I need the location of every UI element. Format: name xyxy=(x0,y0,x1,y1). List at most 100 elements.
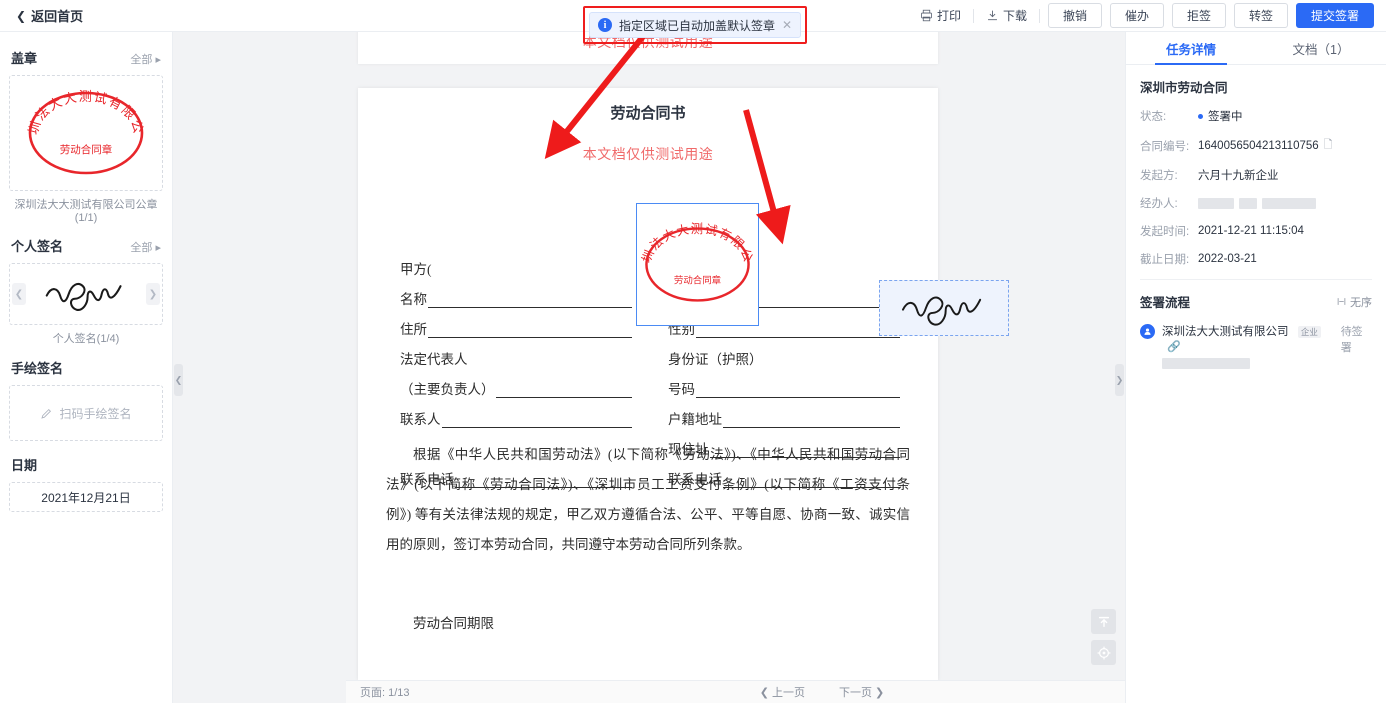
field-line xyxy=(723,414,900,428)
signer-name: 深圳法大大测试有限公司 xyxy=(1162,326,1289,338)
contract-number-value: 1640056504213110756 xyxy=(1198,139,1319,152)
signing-workspace: ❮ 返回首页 打印 下载 撤销 催办 拒签 转签 提交签署 i 指定区域已自动加… xyxy=(0,0,1386,703)
info-icon: i xyxy=(598,18,612,32)
target-icon xyxy=(1096,645,1111,660)
field-idnumber-b: 号码 xyxy=(668,368,900,398)
svg-text:劳动合同章: 劳动合同章 xyxy=(60,143,113,156)
seal-section-title: 盖章 xyxy=(11,51,38,66)
detail-key: 发起时间: xyxy=(1140,226,1190,238)
svg-text:深圳法大大测试有限公司: 深圳法大大测试有限公司 xyxy=(22,81,147,136)
field-line xyxy=(764,354,901,368)
prev-page-button[interactable]: ❮ 上一页 xyxy=(760,684,805,700)
field-line xyxy=(469,354,633,368)
tools-sidebar: 盖章 全部 ▸ 深圳法大大测试有限公司 劳动合同章 深圳法大大测试有限公司公章(… xyxy=(0,32,173,703)
next-page-button[interactable]: 下一页 ❯ xyxy=(839,684,884,700)
transfer-button[interactable]: 转签 xyxy=(1234,3,1288,28)
field-address-a: 住所 xyxy=(400,308,632,338)
signer-row[interactable]: 深圳法大大测试有限公司 企业 🔗 待签署 xyxy=(1140,323,1372,369)
detail-status: 状态: 签署中 xyxy=(1140,108,1372,124)
download-label: 下载 xyxy=(1002,9,1027,23)
panel-collapse-handle[interactable]: ❯ xyxy=(1115,364,1124,396)
company-seal-stamp: 深圳法大大测试有限公司 劳动合同章 xyxy=(630,193,754,302)
urge-button[interactable]: 催办 xyxy=(1110,3,1164,28)
panel-tabs: 任务详情 文档（1） xyxy=(1126,32,1386,65)
chevron-left-icon: ❮ xyxy=(174,374,183,385)
back-home-button[interactable]: ❮ 返回首页 xyxy=(16,6,83,25)
chevron-left-icon[interactable]: ❮ xyxy=(12,283,26,305)
viewer-float-buttons xyxy=(1091,609,1116,665)
date-section-title: 日期 xyxy=(11,458,38,473)
print-button[interactable]: 打印 xyxy=(908,7,973,24)
date-card[interactable]: 2021年12月21日 xyxy=(9,482,163,512)
handdrawn-section-title: 手绘签名 xyxy=(11,361,64,376)
top-actions: 打印 下载 撤销 催办 拒签 转签 提交签署 xyxy=(908,3,1374,28)
personal-signature-caption: 个人签名(1/4) xyxy=(52,333,120,345)
handdrawn-signature-card[interactable]: 扫码手绘签名 xyxy=(9,385,163,441)
field-idtype-b: 身份证（护照） xyxy=(668,338,900,368)
signature-view-all-label: 全部 xyxy=(130,242,153,254)
contract-paragraph-2: 劳动合同期限 xyxy=(413,616,494,631)
chevron-left-icon: ❮ xyxy=(16,8,27,23)
document-viewer: 本文档仅供测试用途 本文档仅供测试用途 劳动合同书 甲方( 名称 住所 法定代表… xyxy=(173,32,1125,703)
toast-notification: i 指定区域已自动加盖默认签章 ✕ xyxy=(589,12,801,38)
submit-sign-button[interactable]: 提交签署 xyxy=(1296,3,1374,28)
toast-message: 指定区域已自动加盖默认签章 xyxy=(619,18,776,33)
handdrawn-section-header: 手绘签名 xyxy=(11,358,161,377)
pen-icon xyxy=(41,408,52,419)
contract-paragraph: 根据《中华人民共和国劳动法》(以下简称《劳动法》)、《中华人民共和国劳动合同法》… xyxy=(386,447,910,552)
toast-highlight-frame: i 指定区域已自动加盖默认签章 ✕ xyxy=(583,6,807,44)
flow-order-toggle[interactable]: 无序 xyxy=(1337,294,1372,310)
seal-card[interactable]: 深圳法大大测试有限公司 劳动合同章 xyxy=(9,75,163,191)
chevron-right-icon[interactable]: ❯ xyxy=(146,283,160,305)
pdf-page: 本文档仅供测试用途 劳动合同书 甲方( 名称 住所 法定代表人 （主要负责人） … xyxy=(358,88,1009,680)
svg-text:劳动合同章: 劳动合同章 xyxy=(674,274,721,286)
sidebar-collapse-handle[interactable]: ❮ xyxy=(174,364,183,396)
detail-key: 经办人: xyxy=(1140,198,1178,210)
reject-button[interactable]: 拒签 xyxy=(1172,3,1226,28)
status-badge: 签署中 xyxy=(1198,108,1243,124)
prev-page-label: 上一页 xyxy=(772,687,805,699)
signer-contact-masked xyxy=(1162,358,1250,369)
field-line xyxy=(495,384,632,398)
print-label: 打印 xyxy=(936,9,961,23)
flow-header: 签署流程 无序 xyxy=(1140,292,1372,311)
field-contact-a: 联系人 xyxy=(400,398,632,428)
detail-handler: 经办人: xyxy=(1140,195,1372,211)
back-home-label: 返回首页 xyxy=(31,9,84,24)
seal-view-all-label: 全部 xyxy=(130,54,153,66)
divider xyxy=(1140,279,1372,280)
personal-signature-card[interactable]: ❮ ❯ xyxy=(9,263,163,325)
details-panel: 任务详情 文档（1） 深圳市劳动合同 状态: 签署中 合同编号: 1640056… xyxy=(1125,32,1386,703)
seal-view-all-link[interactable]: 全部 ▸ xyxy=(130,51,161,67)
scroll-top-button[interactable] xyxy=(1091,609,1116,634)
page-scroll-area[interactable]: 本文档仅供测试用途 本文档仅供测试用途 劳动合同书 甲方( 名称 住所 法定代表… xyxy=(173,32,1125,680)
signature-section-title: 个人签名 xyxy=(11,239,64,254)
signer-status: 待签署 xyxy=(1340,326,1363,354)
field-label: 号码 xyxy=(668,382,695,397)
tab-documents[interactable]: 文档（1） xyxy=(1256,32,1386,64)
start-time-value: 2021-12-21 11:15:04 xyxy=(1198,225,1304,237)
placed-signature-field[interactable] xyxy=(879,280,1009,336)
link-icon[interactable]: 🔗 xyxy=(1167,341,1181,353)
detail-key: 状态: xyxy=(1140,111,1167,123)
tab-task-details[interactable]: 任务详情 xyxy=(1126,32,1256,65)
download-button[interactable]: 下载 xyxy=(974,7,1039,24)
flow-title: 签署流程 xyxy=(1140,296,1191,310)
field-legalrep-a: 法定代表人 xyxy=(400,338,632,368)
field-label: （主要负责人） xyxy=(400,382,495,397)
placed-seal-field[interactable]: 深圳法大大测试有限公司 劳动合同章 xyxy=(630,193,759,326)
locate-button[interactable] xyxy=(1091,640,1116,665)
printer-icon xyxy=(921,9,932,22)
signature-view-all-link[interactable]: 全部 ▸ xyxy=(130,239,161,255)
copy-icon[interactable]: 🗋 xyxy=(1324,136,1333,155)
chevron-right-icon: ❯ xyxy=(1115,374,1124,385)
divider xyxy=(1039,8,1040,23)
detail-initiator: 发起方: 六月十九新企业 xyxy=(1140,167,1372,183)
panel-body: 深圳市劳动合同 状态: 签署中 合同编号: 164005650421311075… xyxy=(1126,65,1386,369)
field-principal-a: （主要负责人） xyxy=(400,368,632,398)
close-icon[interactable]: ✕ xyxy=(782,18,792,32)
field-line xyxy=(441,414,632,428)
signer-line: 深圳法大大测试有限公司 企业 🔗 xyxy=(1162,323,1334,353)
detail-key: 合同编号: xyxy=(1140,140,1190,153)
revoke-button[interactable]: 撤销 xyxy=(1048,3,1102,28)
